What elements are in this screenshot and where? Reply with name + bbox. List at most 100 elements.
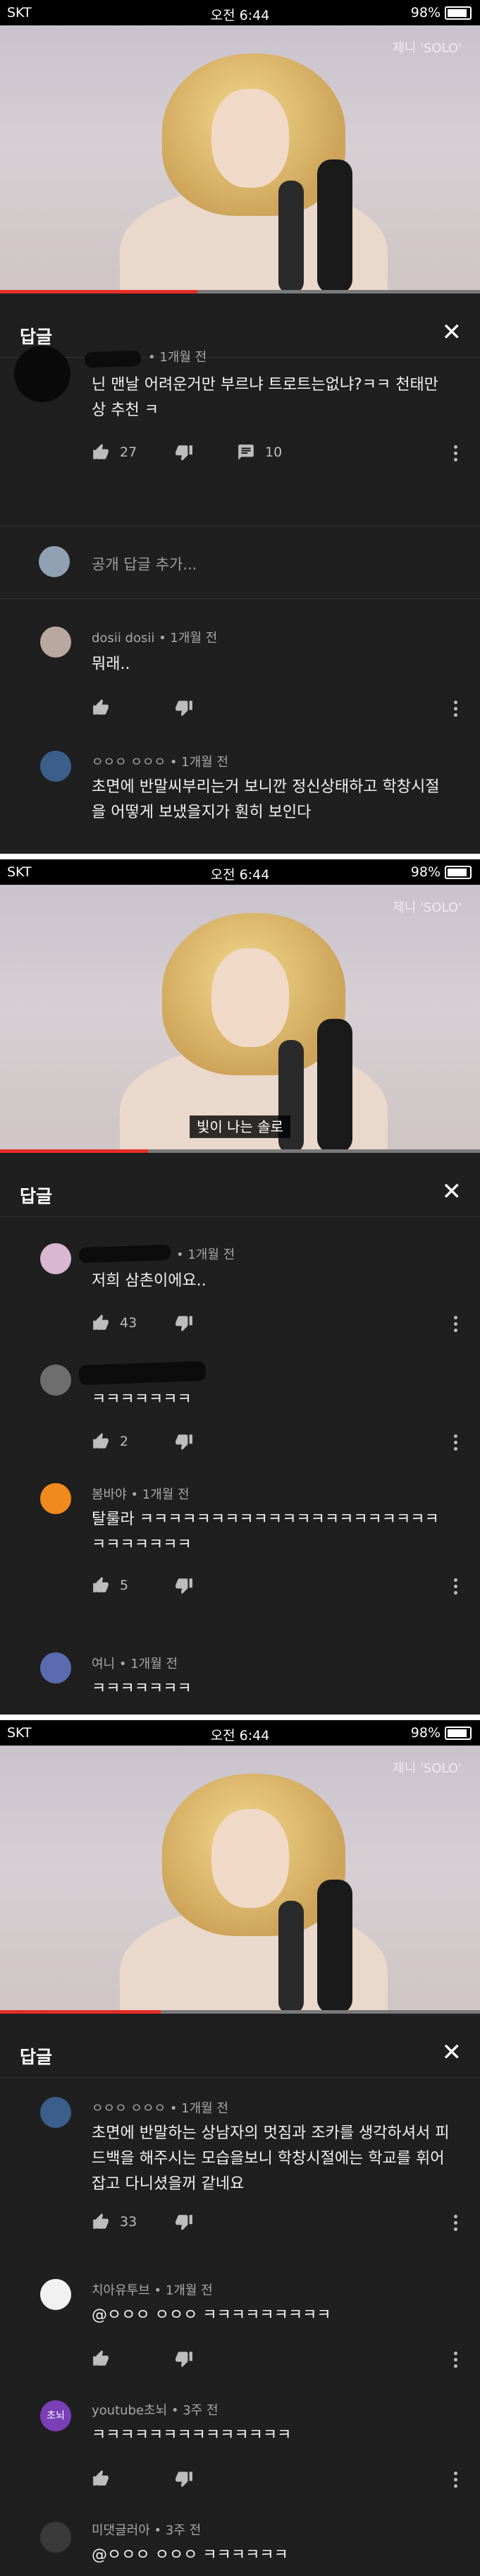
like-icon[interactable] <box>92 699 110 717</box>
divider <box>0 598 480 599</box>
avatar[interactable] <box>40 1365 71 1396</box>
like-icon[interactable] <box>92 1432 110 1451</box>
video-watermark: 제니 'SOLO' <box>393 1761 462 1776</box>
close-button[interactable]: ✕ <box>442 2040 462 2064</box>
avatar[interactable] <box>40 1652 71 1683</box>
reply-comment: 봄바야 • 1개월 전 탈룰라 ㅋㅋㅋㅋㅋㅋㅋㅋㅋㅋㅋㅋㅋㅋㅋㅋㅋㅋㅋㅋㅋㅋㅋㅋ… <box>0 1475 480 1609</box>
video-player[interactable]: 제니 'SOLO' <box>0 1746 480 2014</box>
reply-author[interactable]: 치아유투브 <box>92 2283 150 2298</box>
reply-author-date: ㅇㅇㅇ ㅇㅇㅇ • 1개월 전 <box>92 752 228 770</box>
dislike-icon[interactable] <box>175 2350 193 2368</box>
reply-icon[interactable] <box>237 443 255 461</box>
add-reply-row: 공개 답글 추가... <box>0 531 480 594</box>
reply-author[interactable]: 여니 <box>92 1657 115 1671</box>
reply-author[interactable]: ㅇㅇㅇ ㅇㅇㅇ <box>92 2101 166 2116</box>
main-comment: • 1개월 전 닌 맨날 어려운거만 부르냐 트로트는없냐?ㅋㅋ 천태만상 추천… <box>0 332 480 522</box>
reply-author[interactable]: 봄바야 <box>92 1487 127 1502</box>
reply-author-date: 여니 • 1개월 전 <box>92 1654 178 1672</box>
avatar[interactable] <box>40 751 71 782</box>
more-options-icon[interactable] <box>451 1432 460 1452</box>
dislike-icon[interactable] <box>175 2213 193 2231</box>
reply-count: 10 <box>265 445 283 460</box>
reply-comment: • 1개월 전 저희 삼촌이에요.. 43 <box>0 1233 480 1339</box>
video-progress-bar[interactable] <box>0 1149 480 1153</box>
dislike-icon[interactable] <box>175 2469 193 2488</box>
more-options-icon[interactable] <box>451 2350 460 2369</box>
more-options-icon[interactable] <box>451 2213 460 2232</box>
add-reply-input[interactable]: 공개 답글 추가... <box>92 553 197 574</box>
dislike-icon[interactable] <box>175 699 193 717</box>
close-button[interactable]: ✕ <box>442 1180 462 1204</box>
avatar[interactable] <box>40 627 71 658</box>
reply-comment: ㅇㅇㅇ ㅇㅇㅇ • 1개월 전 초면에 반말하는 상남자의 멋짐과 조카를 생각… <box>0 2087 480 2242</box>
avatar[interactable] <box>40 1243 71 1274</box>
reply-author-date: 치아유투브 • 1개월 전 <box>92 2280 213 2299</box>
avatar[interactable] <box>14 346 70 402</box>
like-count: 27 <box>120 445 137 460</box>
reply-comment: dosii dosii • 1개월 전 뭐래.. <box>0 612 480 718</box>
more-options-icon[interactable] <box>451 1314 460 1334</box>
reply-author[interactable]: 미댓글러아 <box>92 2523 150 2538</box>
reply-text: 뭐래.. <box>92 655 130 673</box>
reply-text: ㅋㅋㅋㅋㅋㅋㅋ <box>92 1680 192 1698</box>
battery-indicator: 98% <box>411 864 472 880</box>
reply-comment: 미댓글러아 • 3주 전 @ㅇㅇㅇ ㅇㅇㅇ ㅋㅋㅋㅋㅋㅋ <box>0 2509 480 2576</box>
battery-indicator: 98% <box>411 1725 472 1741</box>
avatar[interactable]: 초뇌 <box>40 2400 71 2431</box>
video-progress-bar[interactable] <box>0 290 480 294</box>
more-options-icon[interactable] <box>451 443 460 463</box>
status-bar: SKT 오전 6:44 98% <box>0 0 480 25</box>
avatar[interactable] <box>40 2097 71 2128</box>
reply-author[interactable]: dosii dosii <box>92 631 154 646</box>
reply-actions <box>92 2469 458 2491</box>
dislike-icon[interactable] <box>175 443 193 461</box>
screenshot-panel-1: SKT 오전 6:44 98% 제니 'SOLO' 답글 ✕ • 1개월 전 닌… <box>0 0 480 854</box>
reply-comment: ㅇㅇㅇ ㅇㅇㅇ • 1개월 전 초면에 반말씨부리는거 보니깐 정신상태하고 학… <box>0 741 480 854</box>
reply-actions: 43 <box>92 1314 458 1335</box>
redacted-author <box>78 1360 207 1386</box>
avatar-initials: 초뇌 <box>47 2410 65 2421</box>
like-icon[interactable] <box>92 1314 110 1332</box>
like-icon[interactable] <box>92 1576 110 1595</box>
video-subtitle: 빛이 나는 솔로 <box>0 1115 480 1138</box>
replies-header: 답글 ✕ <box>0 1167 480 1217</box>
video-frame-mic-stand <box>278 181 304 294</box>
video-watermark: 제니 'SOLO' <box>393 41 462 56</box>
reply-text: ㅋㅋㅋㅋㅋㅋㅋ <box>92 1391 192 1408</box>
reply-text: @ㅇㅇㅇ ㅇㅇㅇ ㅋㅋㅋㅋㅋㅋ <box>92 2546 288 2564</box>
dislike-icon[interactable] <box>175 1314 193 1332</box>
battery-icon <box>445 1727 472 1740</box>
user-avatar <box>39 546 70 577</box>
redacted-author <box>84 350 142 368</box>
like-icon[interactable] <box>92 2350 110 2368</box>
reply-author[interactable]: youtube초뇌 <box>92 2403 167 2418</box>
video-player[interactable]: 제니 'SOLO' 빛이 나는 솔로 <box>0 885 480 1153</box>
like-count: 33 <box>120 2214 137 2230</box>
reply-actions: 33 <box>92 2213 458 2234</box>
battery-percent: 98% <box>410 1725 441 1741</box>
video-frame-mic <box>317 159 352 294</box>
video-player[interactable]: 제니 'SOLO' <box>0 25 480 294</box>
avatar[interactable] <box>40 2522 71 2553</box>
like-icon[interactable] <box>92 2469 110 2488</box>
more-options-icon[interactable] <box>451 699 460 718</box>
reply-author[interactable]: ㅇㅇㅇ ㅇㅇㅇ <box>92 755 166 770</box>
reply-date: • 3주 전 <box>171 2403 219 2418</box>
screenshot-panel-2: SKT 오전 6:44 98% 제니 'SOLO' 빛이 나는 솔로 답글 ✕ … <box>0 859 480 1715</box>
like-icon[interactable] <box>92 2213 110 2231</box>
battery-icon <box>445 6 472 20</box>
reply-date: • 3주 전 <box>154 2523 202 2538</box>
reply-text: ㅋㅋㅋㅋㅋㅋㅋㅋㅋㅋㅋㅋㅋㅋ <box>92 2426 292 2444</box>
video-progress-bar[interactable] <box>0 2010 480 2014</box>
video-progress-fill <box>0 2010 161 2014</box>
more-options-icon[interactable] <box>451 1576 460 1596</box>
like-icon[interactable] <box>92 443 110 461</box>
dislike-icon[interactable] <box>175 1432 193 1451</box>
more-options-icon[interactable] <box>451 2469 460 2489</box>
clock: 오전 6:44 <box>210 8 270 23</box>
dislike-icon[interactable] <box>175 1576 193 1595</box>
reply-text: 초면에 반말씨부리는거 보니깐 정신상태하고 학창시절을 어떻게 보냈을지가 훤… <box>92 778 440 821</box>
avatar[interactable] <box>40 2279 71 2310</box>
reply-text: 탈룰라 ㅋㅋㅋㅋㅋㅋㅋㅋㅋㅋㅋㅋㅋㅋㅋㅋㅋㅋㅋㅋㅋㅋㅋㅋㅋㅋㅋㅋ <box>92 1511 439 1554</box>
avatar[interactable] <box>40 1483 71 1514</box>
